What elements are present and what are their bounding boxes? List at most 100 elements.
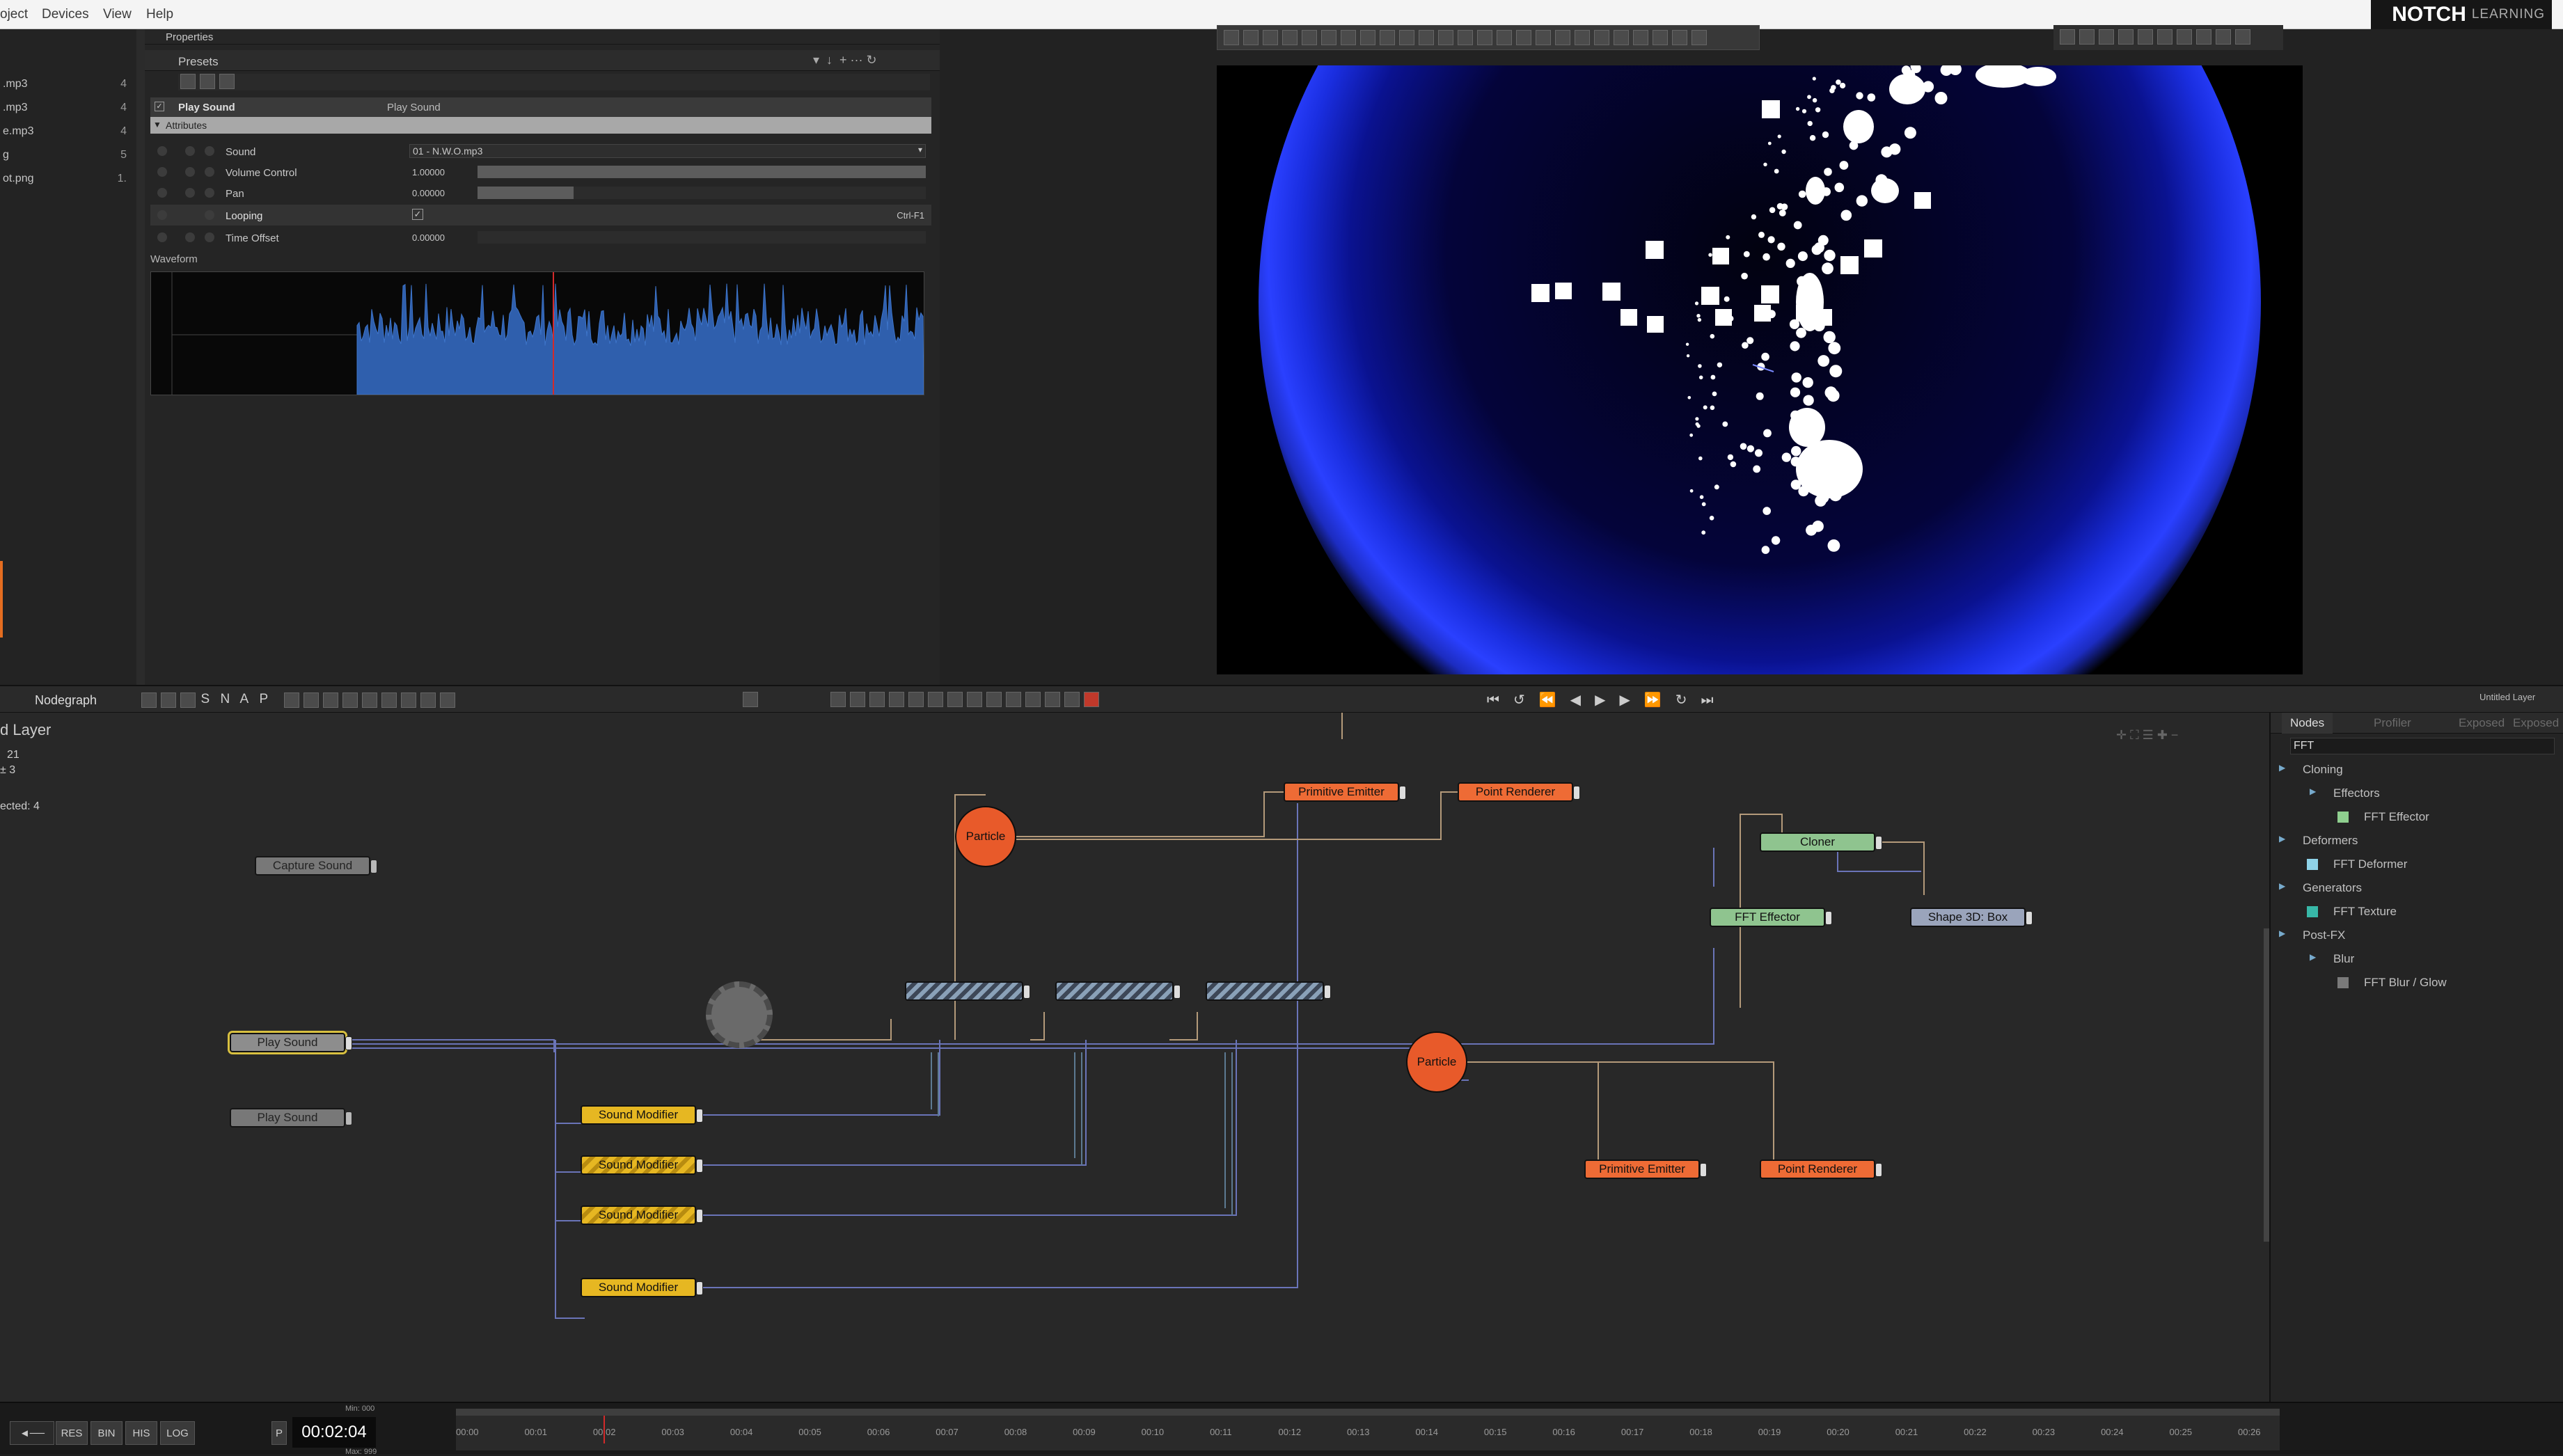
tab-exposed-2[interactable]: Exposed [2505, 713, 2563, 734]
keyframe-dot[interactable] [205, 232, 214, 242]
point-renderer-node[interactable]: Point Renderer [1760, 1160, 1882, 1179]
tab-exposed[interactable]: Exposed [2450, 713, 2513, 734]
grid-icon[interactable] [141, 692, 157, 708]
node-output[interactable] [1825, 911, 1832, 925]
node-output[interactable] [696, 1159, 703, 1173]
node-output[interactable] [1174, 985, 1181, 999]
pan-icon[interactable] [2079, 29, 2095, 45]
looping-checkbox[interactable]: ✓ [412, 209, 423, 220]
expand-arrow-icon[interactable]: ▶ [2279, 928, 2285, 938]
keyframe-dot[interactable] [157, 188, 167, 198]
his-button[interactable]: HIS [125, 1421, 157, 1445]
hatch-icon[interactable] [400, 692, 416, 708]
bars-icon[interactable] [1633, 30, 1648, 45]
mode-icon[interactable] [986, 692, 1002, 707]
keyframe-dot[interactable] [157, 210, 167, 220]
menu-icon[interactable] [2157, 29, 2172, 45]
res-button[interactable]: RES [56, 1421, 88, 1445]
rewind-icon[interactable]: ⏪ [1539, 693, 1556, 708]
mode-icon[interactable] [1006, 692, 1021, 707]
log-button[interactable]: LOG [160, 1421, 195, 1445]
keyframe-dot[interactable] [185, 146, 195, 156]
mode-icon[interactable] [928, 692, 943, 707]
nodegraph-canvas[interactable]: d Layer 21 ± 3 ected: 4 ✛ ⛶ ☰ ✚ − Captur… [0, 713, 2269, 1402]
mode-icon[interactable] [850, 692, 865, 707]
file-item[interactable]: ot.png 1. [3, 173, 128, 185]
play-sound-node-disabled[interactable]: Play Sound [230, 1108, 352, 1127]
timeline-range-bar[interactable] [456, 1409, 2280, 1416]
undo-icon[interactable] [2138, 29, 2153, 45]
tree-item[interactable]: ▶ Generators [2279, 881, 2362, 895]
fft-effector-node[interactable]: FFT Effector [1710, 908, 1832, 927]
pan-slider[interactable] [478, 187, 926, 199]
volume-value[interactable]: 1.00000 [412, 167, 445, 177]
mode-icon[interactable] [1025, 692, 1041, 707]
camera-icon[interactable] [2216, 29, 2231, 45]
node-output[interactable] [2026, 911, 2033, 925]
loop-end-icon[interactable]: ↻ [1675, 693, 1687, 708]
expand-arrow-icon[interactable]: ▶ [2279, 881, 2285, 891]
node-output[interactable] [696, 1281, 703, 1295]
lock-icon[interactable] [381, 692, 397, 708]
wire-icon[interactable] [420, 692, 436, 708]
volume-slider[interactable] [478, 166, 926, 178]
render-viewport[interactable] [1217, 65, 2303, 674]
fit-icon[interactable] [2196, 29, 2211, 45]
file-item[interactable]: .mp3 4 [3, 78, 128, 90]
orbit-icon[interactable] [2099, 29, 2114, 45]
tab-nodes[interactable]: Nodes [2282, 713, 2333, 734]
time-offset-slider[interactable] [478, 231, 926, 244]
attributes-section-header[interactable]: ▼ Attributes [150, 117, 931, 134]
tree-item[interactable]: FFT Texture [2307, 905, 2397, 919]
keyframe-dot[interactable] [205, 146, 214, 156]
file-item[interactable]: .mp3 4 [3, 102, 128, 114]
snap-s[interactable]: S [200, 692, 220, 707]
bars-icon[interactable] [1691, 30, 1707, 45]
sound-modifier-node[interactable]: Sound Modifier [581, 1278, 703, 1297]
bars-icon[interactable] [1555, 30, 1570, 45]
keyframe-dot[interactable] [185, 188, 195, 198]
bars-icon[interactable] [1477, 30, 1492, 45]
bars-icon[interactable] [1536, 30, 1551, 45]
group-node[interactable] [1055, 981, 1181, 1001]
tab-profiler[interactable]: Profiler [2365, 713, 2420, 734]
grid-icon[interactable] [1360, 30, 1375, 45]
node-output[interactable] [696, 1209, 703, 1223]
snap-a[interactable]: A [239, 692, 259, 707]
group-icon[interactable] [342, 692, 358, 708]
keyframe-dot[interactable] [157, 167, 167, 177]
minimize-icon[interactable] [2235, 29, 2250, 45]
primitive-emitter-node[interactable]: Primitive Emitter [1584, 1160, 1707, 1179]
sound-modifier-node[interactable]: Sound Modifier [581, 1205, 703, 1225]
menu-view[interactable]: View [103, 7, 132, 22]
layout-icon[interactable] [161, 692, 176, 708]
cloner-node[interactable]: Cloner [1760, 832, 1882, 852]
tree-item[interactable]: ▶ Effectors [2310, 786, 2380, 800]
node-header-row[interactable]: ✓ Play Sound Play Sound [150, 97, 931, 117]
move-icon[interactable] [1282, 30, 1298, 45]
tree-item[interactable]: FFT Effector [2337, 810, 2429, 824]
group-node[interactable] [1206, 981, 1331, 1001]
expand-arrow-icon[interactable]: ▶ [2279, 763, 2285, 773]
pivot-icon[interactable] [1341, 30, 1356, 45]
bars-icon[interactable] [1575, 30, 1590, 45]
node-output[interactable] [345, 1036, 352, 1050]
snap-icon[interactable] [1321, 30, 1336, 45]
sound-dropdown[interactable]: 01 - N.W.O.mp3 ▾ [409, 144, 926, 158]
keyframe-dot[interactable] [205, 188, 214, 198]
tree-item[interactable]: FFT Deformer [2307, 857, 2407, 871]
timeline[interactable]: 00:0000:0100:0200:0300:0400:0500:0600:07… [456, 1409, 2280, 1450]
node-output[interactable] [1573, 786, 1580, 800]
bars-icon[interactable] [1594, 30, 1609, 45]
presets-row[interactable]: Presets ▾ ↓ + ··· ↻ [145, 50, 940, 71]
info-icon[interactable] [1064, 692, 1080, 707]
select-icon[interactable] [1224, 30, 1239, 45]
expand-arrow-icon[interactable]: ▶ [2310, 952, 2316, 962]
tree-item[interactable]: FFT Blur / Glow [2337, 976, 2447, 990]
node-output[interactable] [1399, 786, 1406, 800]
group-node[interactable] [905, 981, 1030, 1001]
bars-icon[interactable] [1614, 30, 1629, 45]
zoom-icon[interactable] [283, 692, 299, 708]
mode-icon[interactable] [908, 692, 924, 707]
sound-modifier-node[interactable]: Sound Modifier [581, 1155, 703, 1175]
